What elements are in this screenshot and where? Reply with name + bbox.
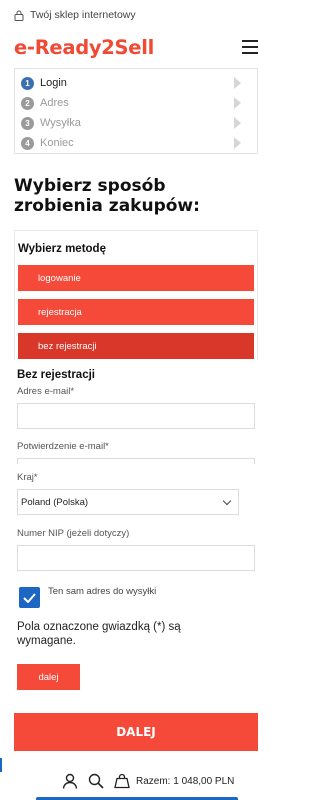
same-address-checkbox[interactable] <box>19 587 40 608</box>
cart-total[interactable]: Razem: 1 048,00 PLN <box>136 776 234 787</box>
next-button[interactable]: DALEJ <box>14 713 258 751</box>
hamburger-menu-icon[interactable] <box>242 40 258 54</box>
search-icon[interactable] <box>88 773 104 789</box>
step-label: Wysyłka <box>40 117 81 129</box>
same-address-label: Ten sam adres do wysyłki <box>48 586 157 597</box>
lock-icon <box>14 10 24 21</box>
guest-form-title: Bez rejestracji <box>17 369 95 381</box>
step-label: Koniec <box>40 137 74 149</box>
email-confirm-field[interactable] <box>17 458 255 464</box>
site-header: e-Ready2Sell <box>0 30 272 64</box>
step-number: 4 <box>21 136 34 150</box>
next-small-button[interactable]: dalej <box>17 664 80 690</box>
email-field[interactable] <box>17 403 255 429</box>
store-tagline: Twój sklep internetowy <box>30 9 136 21</box>
chevron-down-icon <box>222 496 232 505</box>
cart-icon[interactable] <box>114 773 130 789</box>
step-login[interactable]: 1 Login <box>21 73 257 93</box>
chevron-right-icon <box>234 77 241 89</box>
method-selector: Wybierz metodę logowanie rejestracja bez… <box>14 230 258 359</box>
checkout-steps: 1 Login 2 Adres 3 Wysyłka 4 Koniec <box>14 68 258 154</box>
bottom-bar: Razem: 1 048,00 PLN <box>0 762 272 800</box>
email-confirm-label: Potwierdzenie e-mail* <box>17 441 109 452</box>
step-finish[interactable]: 4 Koniec <box>21 133 257 153</box>
register-method-button[interactable]: rejestracja <box>18 299 254 325</box>
login-method-button[interactable]: logowanie <box>18 265 254 291</box>
step-label: Login <box>40 77 67 89</box>
page-title: Wybierz sposób zrobienia zakupów: <box>14 176 200 216</box>
checkmark-icon <box>23 592 36 603</box>
user-icon[interactable] <box>62 773 78 789</box>
country-label: Kraj* <box>17 472 38 483</box>
guest-method-button[interactable]: bez rejestracji <box>18 333 254 359</box>
step-label: Adres <box>40 97 69 109</box>
step-number: 2 <box>21 96 34 110</box>
chevron-right-icon <box>234 117 241 129</box>
logo[interactable]: e-Ready2Sell <box>14 36 154 59</box>
step-number: 1 <box>21 76 34 90</box>
email-label: Adres e-mail* <box>17 386 75 397</box>
step-address[interactable]: 2 Adres <box>21 93 257 113</box>
same-address-row: Ten sam adres do wysyłki <box>17 586 255 608</box>
nip-field[interactable] <box>17 545 255 571</box>
step-shipping[interactable]: 3 Wysyłka <box>21 113 257 133</box>
country-select[interactable]: Poland (Polska) <box>17 489 239 515</box>
country-value: Poland (Polska) <box>21 496 89 508</box>
step-number: 3 <box>21 116 34 130</box>
chevron-right-icon <box>234 97 241 109</box>
required-fields-note: Pola oznaczone gwiazdką (*) są wymagane. <box>17 621 181 647</box>
method-heading: Wybierz metodę <box>18 243 106 255</box>
nip-label: Numer NIP (jeżeli dotyczy) <box>17 528 130 539</box>
chevron-right-icon <box>234 137 241 149</box>
top-bar: Twój sklep internetowy <box>0 0 272 30</box>
